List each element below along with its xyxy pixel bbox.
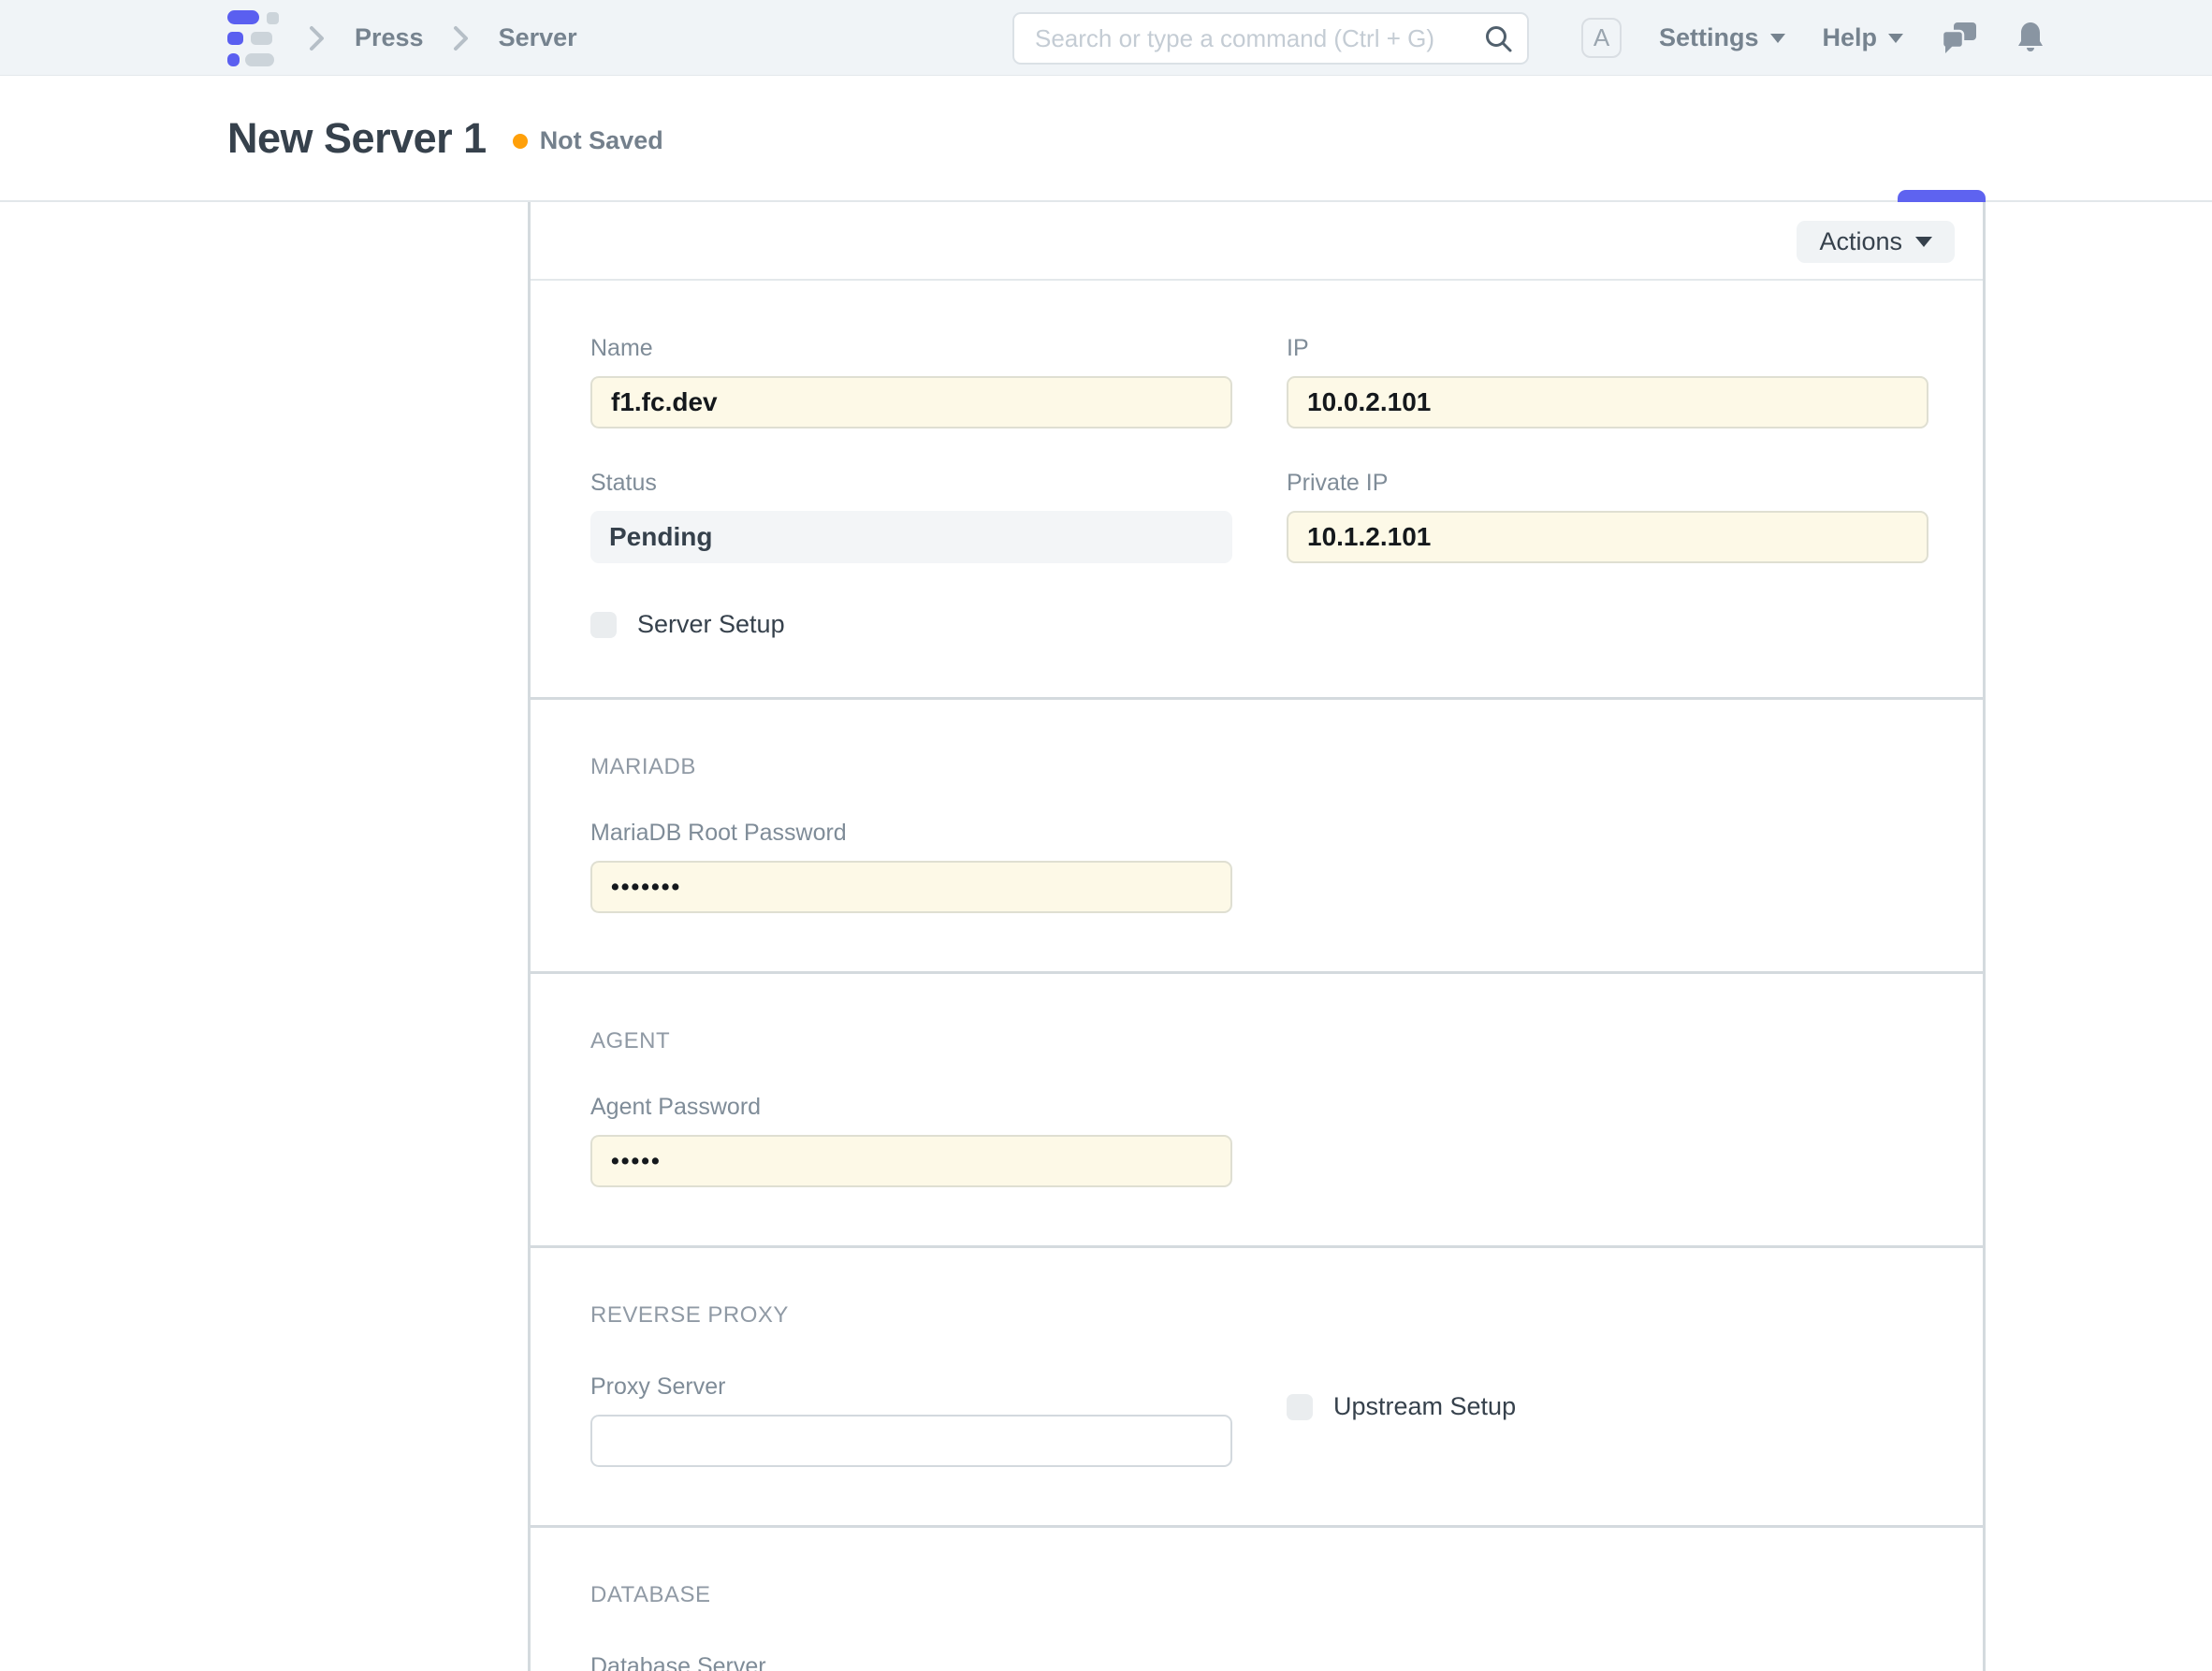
field-database-server: Database Server	[590, 1653, 1232, 1671]
agent-password-label: Agent Password	[590, 1094, 1923, 1121]
field-agent-password: Agent Password	[590, 1094, 1923, 1187]
upstream-setup-checkbox-row[interactable]: Upstream Setup	[1287, 1392, 1928, 1421]
column-left: Proxy Server	[590, 1334, 1232, 1467]
proxy-server-input[interactable]	[590, 1415, 1232, 1467]
mariadb-root-password-input[interactable]	[590, 861, 1232, 913]
page: Press Server A Settings Help	[0, 0, 2212, 1671]
ip-input[interactable]	[1287, 376, 1928, 429]
settings-label: Settings	[1659, 23, 1759, 52]
field-ip: IP	[1287, 335, 1928, 429]
field-proxy-server: Proxy Server	[590, 1373, 1232, 1467]
search-icon	[1484, 24, 1514, 59]
upstream-setup-checkbox[interactable]	[1287, 1394, 1313, 1420]
caret-down-icon	[1915, 237, 1932, 247]
page-header: New Server 1 Not Saved Save	[0, 76, 2212, 202]
global-search	[1012, 12, 1529, 65]
breadcrumb-press[interactable]: Press	[355, 23, 424, 52]
breadcrumb-server[interactable]: Server	[499, 23, 577, 52]
search-input[interactable]	[1012, 12, 1529, 65]
section-database: DATABASE Database Server Database Client…	[531, 1525, 1983, 1671]
main-area: Actions Name Status Pending	[0, 202, 2212, 1671]
name-label: Name	[590, 335, 1232, 362]
status-badge: Not Saved	[513, 126, 663, 155]
server-setup-label: Server Setup	[637, 610, 785, 639]
column-right: Database Client Setup	[1287, 1614, 1928, 1671]
field-private-ip: Private IP	[1287, 470, 1928, 563]
form-toolbar: Actions	[531, 202, 1983, 281]
section-agent: AGENT Agent Password	[531, 971, 1983, 1245]
navbar-right: A Settings Help	[1581, 0, 2045, 76]
mariadb-root-password-label: MariaDB Root Password	[590, 820, 1923, 847]
name-input[interactable]	[590, 376, 1232, 429]
status-value: Pending	[590, 511, 1232, 563]
unsaved-indicator-label: Not Saved	[540, 126, 663, 155]
chevron-right-icon	[452, 22, 471, 54]
column-left: Database Server	[590, 1614, 1232, 1671]
section-reverse-proxy: REVERSE PROXY Proxy Server Upstream Setu…	[531, 1245, 1983, 1525]
private-ip-label: Private IP	[1287, 470, 1928, 497]
upstream-setup-label: Upstream Setup	[1333, 1392, 1516, 1421]
navbar-left: Press Server	[227, 0, 577, 76]
navbar: Press Server A Settings Help	[0, 0, 2212, 76]
database-section-heading: DATABASE	[590, 1582, 1923, 1608]
database-server-label: Database Server	[590, 1653, 1232, 1671]
agent-password-input[interactable]	[590, 1135, 1232, 1187]
caret-down-icon	[1770, 34, 1785, 43]
mariadb-section-heading: MARIADB	[590, 754, 1923, 780]
chat-icon[interactable]	[1941, 21, 1978, 56]
ip-label: IP	[1287, 335, 1928, 362]
column-left: Name Status Pending Server Setup	[590, 335, 1232, 639]
page-title: New Server 1	[227, 114, 487, 163]
actions-label: Actions	[1819, 227, 1902, 256]
column-right: Upstream Setup	[1287, 1334, 1928, 1467]
status-label: Status	[590, 470, 1232, 497]
unsaved-indicator-dot	[513, 134, 528, 149]
bell-icon[interactable]	[2016, 21, 2045, 56]
section-details: Name Status Pending Server Setup	[531, 281, 1983, 697]
private-ip-input[interactable]	[1287, 511, 1928, 563]
form-container: Actions Name Status Pending	[528, 202, 1986, 1671]
settings-menu[interactable]: Settings	[1659, 23, 1785, 52]
help-label: Help	[1823, 23, 1878, 52]
section-mariadb: MARIADB MariaDB Root Password	[531, 697, 1983, 971]
avatar[interactable]: A	[1581, 18, 1622, 58]
server-setup-checkbox[interactable]	[590, 612, 617, 638]
field-mariadb-root-password: MariaDB Root Password	[590, 820, 1923, 913]
reverse-proxy-section-heading: REVERSE PROXY	[590, 1302, 1923, 1329]
column-right: IP Private IP	[1287, 335, 1928, 639]
agent-section-heading: AGENT	[590, 1028, 1923, 1054]
chevron-right-icon	[308, 22, 327, 54]
field-name: Name	[590, 335, 1232, 429]
proxy-server-label: Proxy Server	[590, 1373, 1232, 1401]
help-menu[interactable]: Help	[1823, 23, 1904, 52]
server-setup-checkbox-row[interactable]: Server Setup	[590, 610, 1232, 639]
caret-down-icon	[1888, 34, 1903, 43]
app-logo-icon[interactable]	[227, 10, 280, 66]
actions-button[interactable]: Actions	[1797, 221, 1955, 263]
field-status: Status Pending	[590, 470, 1232, 563]
avatar-letter: A	[1594, 23, 1609, 52]
